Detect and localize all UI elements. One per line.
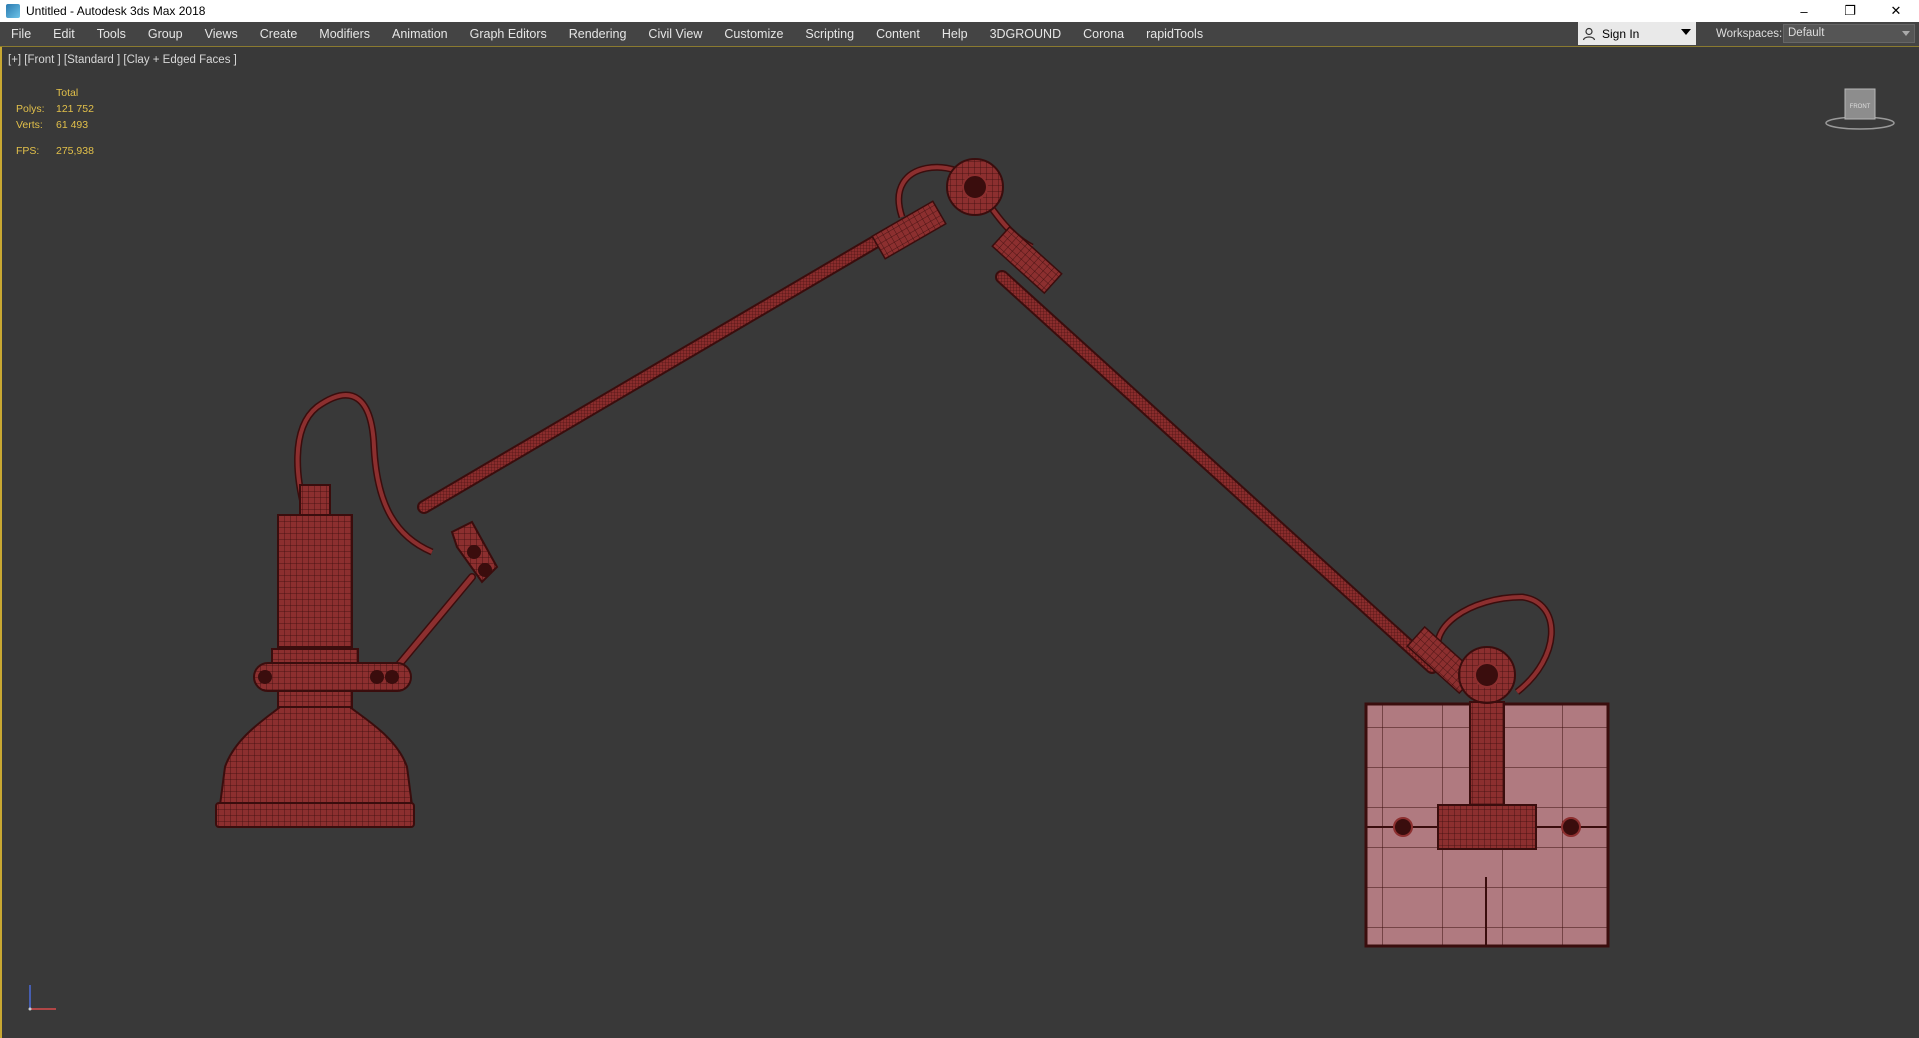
minimize-button[interactable]: – bbox=[1781, 0, 1827, 22]
elbow-sleeve-upper[interactable] bbox=[871, 200, 947, 260]
menu-tools[interactable]: Tools bbox=[86, 22, 137, 46]
menu-create[interactable]: Create bbox=[249, 22, 309, 46]
plate-screw-left[interactable] bbox=[1393, 817, 1413, 837]
menu-modifiers[interactable]: Modifiers bbox=[308, 22, 381, 46]
window-title: Untitled - Autodesk 3ds Max 2018 bbox=[26, 4, 206, 18]
collar-screw-left[interactable] bbox=[258, 670, 272, 684]
shade-top-cap[interactable] bbox=[299, 484, 331, 516]
origin-dot bbox=[28, 1007, 32, 1011]
sign-in-button[interactable]: Sign In bbox=[1578, 22, 1696, 45]
menu-customize[interactable]: Customize bbox=[713, 22, 794, 46]
menu-file[interactable]: File bbox=[0, 22, 42, 46]
menu-graph-editors[interactable]: Graph Editors bbox=[459, 22, 558, 46]
hinge-screw-2[interactable] bbox=[478, 563, 492, 577]
restore-button[interactable]: ❐ bbox=[1827, 0, 1873, 22]
chevron-down-icon bbox=[1681, 29, 1691, 35]
menu-rapidtools[interactable]: rapidTools bbox=[1135, 22, 1214, 46]
viewport-front[interactable]: [+] [Front ] [Standard ] [Clay + Edged F… bbox=[0, 47, 1919, 1038]
menu-scripting[interactable]: Scripting bbox=[794, 22, 865, 46]
menu-views[interactable]: Views bbox=[194, 22, 249, 46]
axis-tripod-gizmo bbox=[28, 985, 56, 1011]
menu-3dground[interactable]: 3DGROUND bbox=[979, 22, 1073, 46]
workspaces-selected: Default bbox=[1788, 27, 1825, 39]
menu-help[interactable]: Help bbox=[931, 22, 979, 46]
sign-in-label: Sign In bbox=[1602, 26, 1640, 41]
menu-group[interactable]: Group bbox=[137, 22, 194, 46]
app-logo-icon bbox=[6, 4, 20, 18]
lower-arm[interactable] bbox=[997, 272, 1437, 672]
plate-screw-right[interactable] bbox=[1561, 817, 1581, 837]
chevron-down-icon bbox=[1902, 31, 1910, 36]
scene-lamp-model[interactable] bbox=[2, 47, 1917, 1038]
close-button[interactable]: ✕ bbox=[1873, 0, 1919, 22]
menu-corona[interactable]: Corona bbox=[1072, 22, 1135, 46]
workspaces-label: Workspaces: bbox=[1716, 28, 1783, 40]
menu-civil-view[interactable]: Civil View bbox=[637, 22, 713, 46]
menu-edit[interactable]: Edit bbox=[42, 22, 86, 46]
shade-collar-ring[interactable] bbox=[271, 648, 359, 664]
collar-screw-right-1[interactable] bbox=[370, 670, 384, 684]
shade-bell[interactable] bbox=[218, 706, 414, 806]
title-bar: Untitled - Autodesk 3ds Max 2018 – ❐ ✕ bbox=[0, 0, 1919, 22]
shade-socket-body[interactable] bbox=[277, 514, 353, 648]
menu-rendering[interactable]: Rendering bbox=[558, 22, 638, 46]
shade-rim[interactable] bbox=[215, 802, 415, 828]
elbow-joint-bolt[interactable] bbox=[962, 174, 988, 200]
collar-screw-right-2[interactable] bbox=[385, 670, 399, 684]
menu-content[interactable]: Content bbox=[865, 22, 931, 46]
mount-joint-bolt[interactable] bbox=[1474, 662, 1500, 688]
support-rod[interactable] bbox=[394, 574, 475, 670]
user-icon bbox=[1582, 27, 1596, 40]
upper-arm[interactable] bbox=[419, 227, 897, 512]
hinge-screw-1[interactable] bbox=[467, 545, 481, 559]
menu-animation[interactable]: Animation bbox=[381, 22, 459, 46]
window-controls: – ❐ ✕ bbox=[1781, 0, 1919, 22]
mount-block[interactable] bbox=[1437, 804, 1537, 850]
shade-neck[interactable] bbox=[277, 690, 353, 708]
workspaces-dropdown[interactable]: Default bbox=[1783, 24, 1915, 43]
